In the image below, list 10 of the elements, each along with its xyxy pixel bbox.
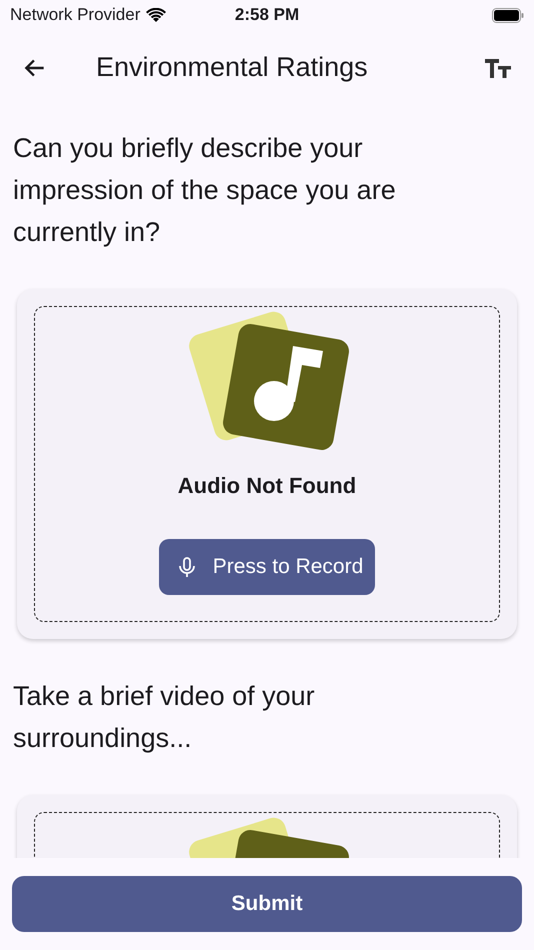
carrier-name: Network Provider	[10, 5, 140, 25]
submit-button[interactable]: Submit	[12, 876, 522, 932]
page-title: Environmental Ratings	[95, 52, 369, 83]
question-text: Can you briefly describe your impression of the space you are currently in?	[13, 132, 397, 249]
question-text: Take a brief video of your surroundings...	[13, 680, 316, 755]
wifi-icon	[146, 8, 166, 22]
battery-icon	[492, 8, 524, 22]
status-text: Audio Not Found	[178, 473, 356, 499]
status-time: 2:58 PM	[234, 5, 300, 25]
record-button[interactable]: Press to Record	[158, 539, 376, 595]
